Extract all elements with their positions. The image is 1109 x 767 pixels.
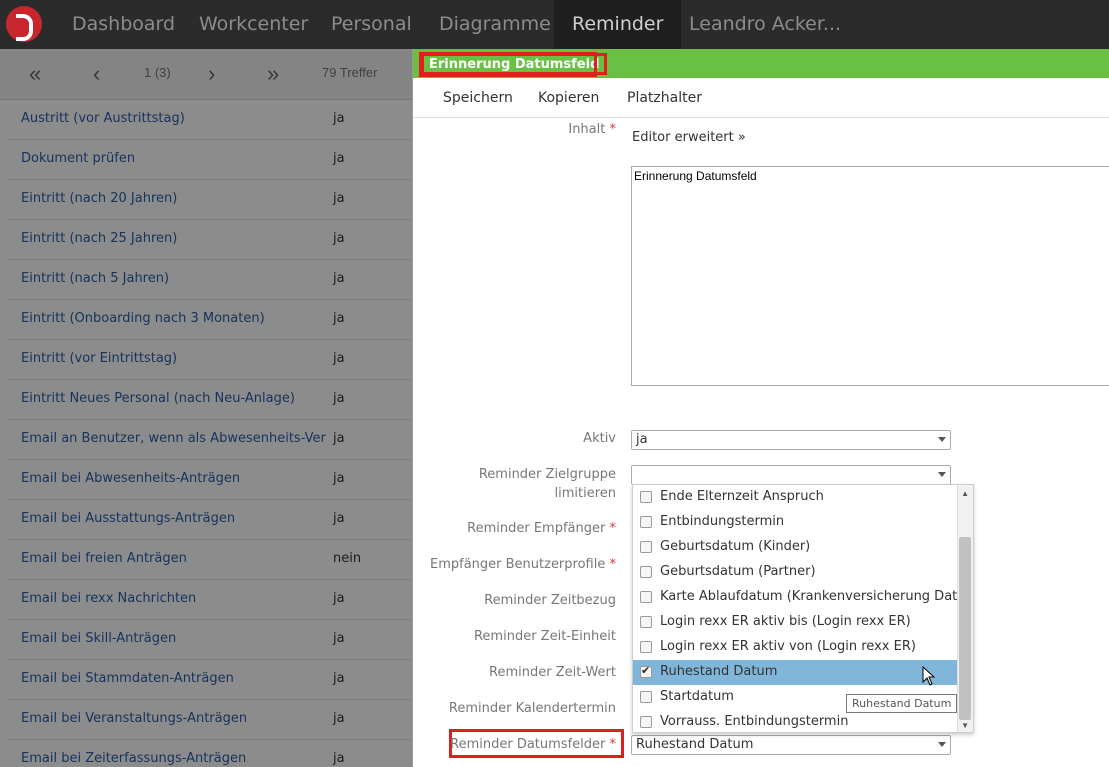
target-group-label: Reminder Zielgruppe limitieren [478,467,616,501]
caret-down-icon [938,437,946,442]
dropdown-option[interactable]: Karte Ablaufdatum (Krankenversicherung D… [633,585,973,610]
reminder-edit-dialog: Erinnerung Datumsfeld Speichern Kopieren… [412,49,1109,767]
active-label: Aktiv [583,431,616,446]
caret-down-icon [938,472,946,477]
nav-diagramme[interactable]: Diagramme [439,0,551,49]
nav-workcenter[interactable]: Workcenter [199,0,308,49]
chevron-down-icon: » [737,130,746,145]
nav-personal[interactable]: Personal [331,0,412,49]
active-select[interactable]: ja [631,430,951,450]
content-textarea[interactable]: Erinnerung Datumsfeld [631,166,1109,386]
checkbox[interactable] [640,716,652,728]
nav-dashboard[interactable]: Dashboard [72,0,175,49]
option-tooltip: Ruhestand Datum [846,694,958,713]
modal-overlay[interactable] [0,49,413,767]
dropdown-option-selected[interactable]: Ruhestand Datum [633,660,957,685]
dropdown-option[interactable]: Ende Elternzeit Anspruch [633,485,957,510]
date-fields-select[interactable]: Ruhestand Datum [631,735,951,755]
nav-reminder[interactable]: Reminder [554,0,682,49]
dropdown-option[interactable]: Geburtsdatum (Kinder) [633,535,957,560]
rexx-logo-icon[interactable] [6,6,42,42]
content-label: Inhalt * [568,122,616,137]
target-group-select[interactable] [631,465,951,485]
save-button[interactable]: Speichern [443,90,513,106]
dropdown-option[interactable]: Entbindungstermin [633,510,957,535]
dropdown-option[interactable]: Geburtsdatum (Partner) [633,560,957,585]
editor-extended-link[interactable]: Editor erweitert » [632,130,746,145]
dialog-toolbar: Speichern Kopieren Platzhalter [413,78,1109,118]
dropdown-option[interactable]: Login rexx ER aktiv bis (Login rexx ER) [633,610,957,635]
caret-down-icon [938,742,946,747]
checkbox[interactable] [640,691,652,703]
time-value-label: Reminder Zeit-Wert [489,665,616,680]
nav-user[interactable]: Leandro Acker... [689,0,841,49]
recipient-profiles-label: Empfänger Benutzerprofile * [429,557,616,572]
dropdown-option[interactable]: Login rexx ER aktiv von (Login rexx ER) [633,635,957,660]
checkbox[interactable] [640,491,652,503]
time-reference-label: Reminder Zeitbezug [484,593,616,608]
scroll-up-icon[interactable]: ▲ [961,489,969,498]
scrollbar-thumb[interactable] [959,537,971,720]
checkbox[interactable] [640,641,652,653]
mouse-cursor-icon [922,666,936,686]
calendar-label: Reminder Kalendertermin [448,701,616,716]
date-fields-label: Reminder Datumsfelder * [450,737,616,752]
copy-button[interactable]: Kopieren [538,90,599,106]
checkbox[interactable] [640,566,652,578]
title-highlight [419,52,597,77]
checkbox[interactable] [640,516,652,528]
checkbox[interactable] [640,616,652,628]
top-navigation: Dashboard Workcenter Personal Diagramme … [0,0,1109,49]
dropdown-scrollbar[interactable]: ▲ ▼ [957,485,973,732]
checkbox-checked[interactable] [640,664,652,678]
time-unit-label: Reminder Zeit-Einheit [473,629,616,644]
recipient-label: Reminder Empfänger * [467,521,616,536]
dropdown-option[interactable]: Vorrauss. Entbindungstermin [633,710,957,732]
scroll-down-icon[interactable]: ▼ [961,721,969,730]
checkbox[interactable] [640,591,652,603]
placeholder-button[interactable]: Platzhalter [627,90,702,106]
app-window: Dashboard Workcenter Personal Diagramme … [0,0,1109,767]
checkbox[interactable] [640,541,652,553]
